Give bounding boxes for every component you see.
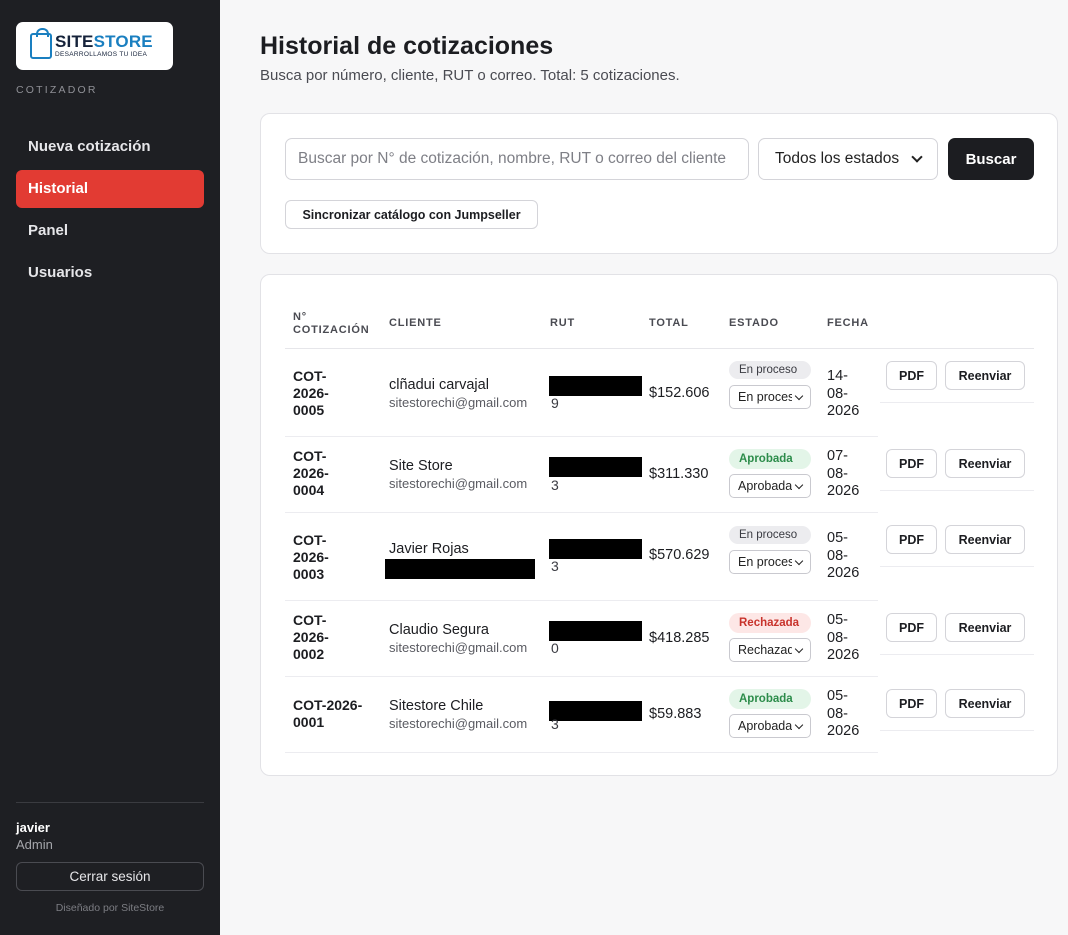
page-title: Historial de cotizaciones [260, 32, 554, 60]
quote-total: $59.883 [649, 706, 702, 722]
redacted-rut [549, 376, 642, 396]
status-filter-select[interactable]: Todos los estados [758, 138, 938, 180]
logo-tagline: DESARROLLAMOS TU IDEA [55, 51, 148, 59]
table-row: COT-2026-0002 Claudio Segura sitestorech… [285, 601, 1034, 677]
table-row: COT-2026-0001 Sitestore Chile sitestorec… [285, 677, 1034, 753]
quote-total: $152.606 [649, 385, 710, 401]
sidebar-nav: Nueva cotización Historial Panel Usuario… [16, 128, 204, 296]
rut-tail: 9 [551, 395, 559, 411]
chevron-down-icon [794, 480, 804, 489]
table-row: COT-2026-0003 Javier Rojas 3 $570.629 En… [285, 513, 1034, 601]
quote-date: 14-08-2026 [827, 368, 860, 419]
column-header-estado: ESTADO [729, 317, 779, 329]
status-select[interactable]: En proceso [729, 385, 811, 409]
search-button[interactable]: Buscar [948, 138, 1034, 180]
redacted-rut [549, 621, 642, 641]
pdf-button[interactable]: PDF [886, 613, 937, 642]
sync-catalog-button[interactable]: Sincronizar catálogo con Jumpseller [285, 200, 538, 229]
quote-date: 05-08-2026 [827, 530, 860, 581]
logout-button[interactable]: Cerrar sesión [16, 862, 204, 891]
chevron-down-icon [794, 391, 804, 400]
page-subtitle: Busca por número, cliente, RUT o correo.… [260, 67, 680, 84]
sidebar-divider [16, 802, 204, 803]
logo-text-accent: STORE [93, 32, 153, 52]
app-label: COTIZADOR [16, 84, 98, 96]
client-email: sitestorechi@gmail.com [389, 640, 528, 655]
pdf-button[interactable]: PDF [886, 361, 937, 390]
quote-number[interactable]: COT-2026-0003 [293, 532, 353, 583]
quote-date: 05-08-2026 [827, 612, 860, 663]
quote-total: $418.285 [649, 630, 710, 646]
status-select[interactable]: Aprobada [729, 474, 811, 498]
chevron-down-icon [794, 556, 804, 565]
redacted-rut [549, 701, 642, 721]
resend-button[interactable]: Reenviar [945, 613, 1025, 642]
client-email: sitestorechi@gmail.com [389, 395, 528, 410]
column-header-cliente: CLIENTE [389, 317, 442, 329]
client-email: sitestorechi@gmail.com [389, 716, 528, 731]
resend-button[interactable]: Reenviar [945, 525, 1025, 554]
rut-tail: 3 [551, 558, 559, 574]
status-badge: En proceso [729, 526, 811, 544]
sidebar: SITESTORE DESARROLLAMOS TU IDEA COTIZADO… [0, 0, 220, 935]
status-filter-value: Todos los estados [775, 150, 900, 167]
sidebar-item-historial[interactable]: Historial [16, 170, 204, 208]
chevron-down-icon [794, 644, 804, 653]
sidebar-item-nueva-cotizacion[interactable]: Nueva cotización [16, 128, 204, 166]
quote-number[interactable]: COT-2026-0004 [293, 448, 353, 499]
pdf-button[interactable]: PDF [886, 689, 937, 718]
user-name: javier [16, 820, 50, 835]
client-email: sitestorechi@gmail.com [389, 476, 528, 491]
brand-logo[interactable]: SITESTORE DESARROLLAMOS TU IDEA [16, 22, 173, 70]
quote-date: 07-08-2026 [827, 448, 860, 499]
chevron-down-icon [794, 720, 804, 729]
user-role: Admin [16, 837, 53, 852]
status-select[interactable]: Aprobada [729, 714, 811, 738]
client-name: Claudio Segura [389, 622, 489, 638]
sidebar-item-usuarios[interactable]: Usuarios [16, 254, 204, 292]
status-badge: En proceso [729, 361, 811, 379]
search-input[interactable] [285, 138, 749, 180]
status-badge: Aprobada [729, 689, 811, 709]
client-name: Javier Rojas [389, 541, 469, 557]
client-name: Site Store [389, 458, 453, 474]
client-name: clñadui carvajal [389, 377, 489, 393]
quote-number[interactable]: COT-2026-0002 [293, 612, 353, 663]
status-select[interactable]: En proceso [729, 550, 811, 574]
rut-tail: 3 [551, 477, 559, 493]
column-header-fecha: FECHA [827, 317, 869, 329]
pdf-button[interactable]: PDF [886, 525, 937, 554]
column-header-total: TOTAL [649, 317, 689, 329]
credit-text: Diseñado por SiteStore [55, 902, 165, 914]
redacted-rut [549, 457, 642, 477]
quote-number[interactable]: COT-2026-0001 [293, 697, 377, 731]
quote-total: $570.629 [649, 547, 710, 563]
table-row: COT-2026-0004 Site Store sitestorechi@gm… [285, 437, 1034, 513]
resend-button[interactable]: Reenviar [945, 361, 1025, 390]
quote-date: 05-08-2026 [827, 688, 860, 739]
shopping-bag-icon [30, 28, 52, 59]
resend-button[interactable]: Reenviar [945, 689, 1025, 718]
quote-total: $311.330 [649, 466, 709, 482]
redacted-email [385, 559, 535, 579]
client-name: Sitestore Chile [389, 698, 484, 714]
redacted-rut [549, 539, 642, 559]
pdf-button[interactable]: PDF [886, 449, 937, 478]
search-card: Todos los estados Buscar Sincronizar cat… [260, 113, 1058, 254]
sidebar-item-panel[interactable]: Panel [16, 212, 204, 250]
rut-tail: 0 [551, 640, 559, 656]
resend-button[interactable]: Reenviar [945, 449, 1025, 478]
quotes-table: N° COTIZACIÓN CLIENTE RUT TOTAL ESTADO F… [260, 274, 1058, 776]
logo-text-main: SITE [55, 32, 94, 52]
status-select[interactable]: Rechazada [729, 638, 811, 662]
status-badge: Aprobada [729, 449, 811, 469]
status-badge: Rechazada [729, 613, 811, 633]
column-header-num: N° COTIZACIÓN [293, 311, 370, 336]
column-header-rut: RUT [550, 317, 576, 329]
table-row: COT-2026-0005 clñadui carvajal sitestore… [285, 349, 1034, 437]
chevron-down-icon [911, 151, 923, 163]
rut-tail: 3 [551, 716, 559, 732]
quote-number[interactable]: COT-2026-0005 [293, 368, 353, 419]
